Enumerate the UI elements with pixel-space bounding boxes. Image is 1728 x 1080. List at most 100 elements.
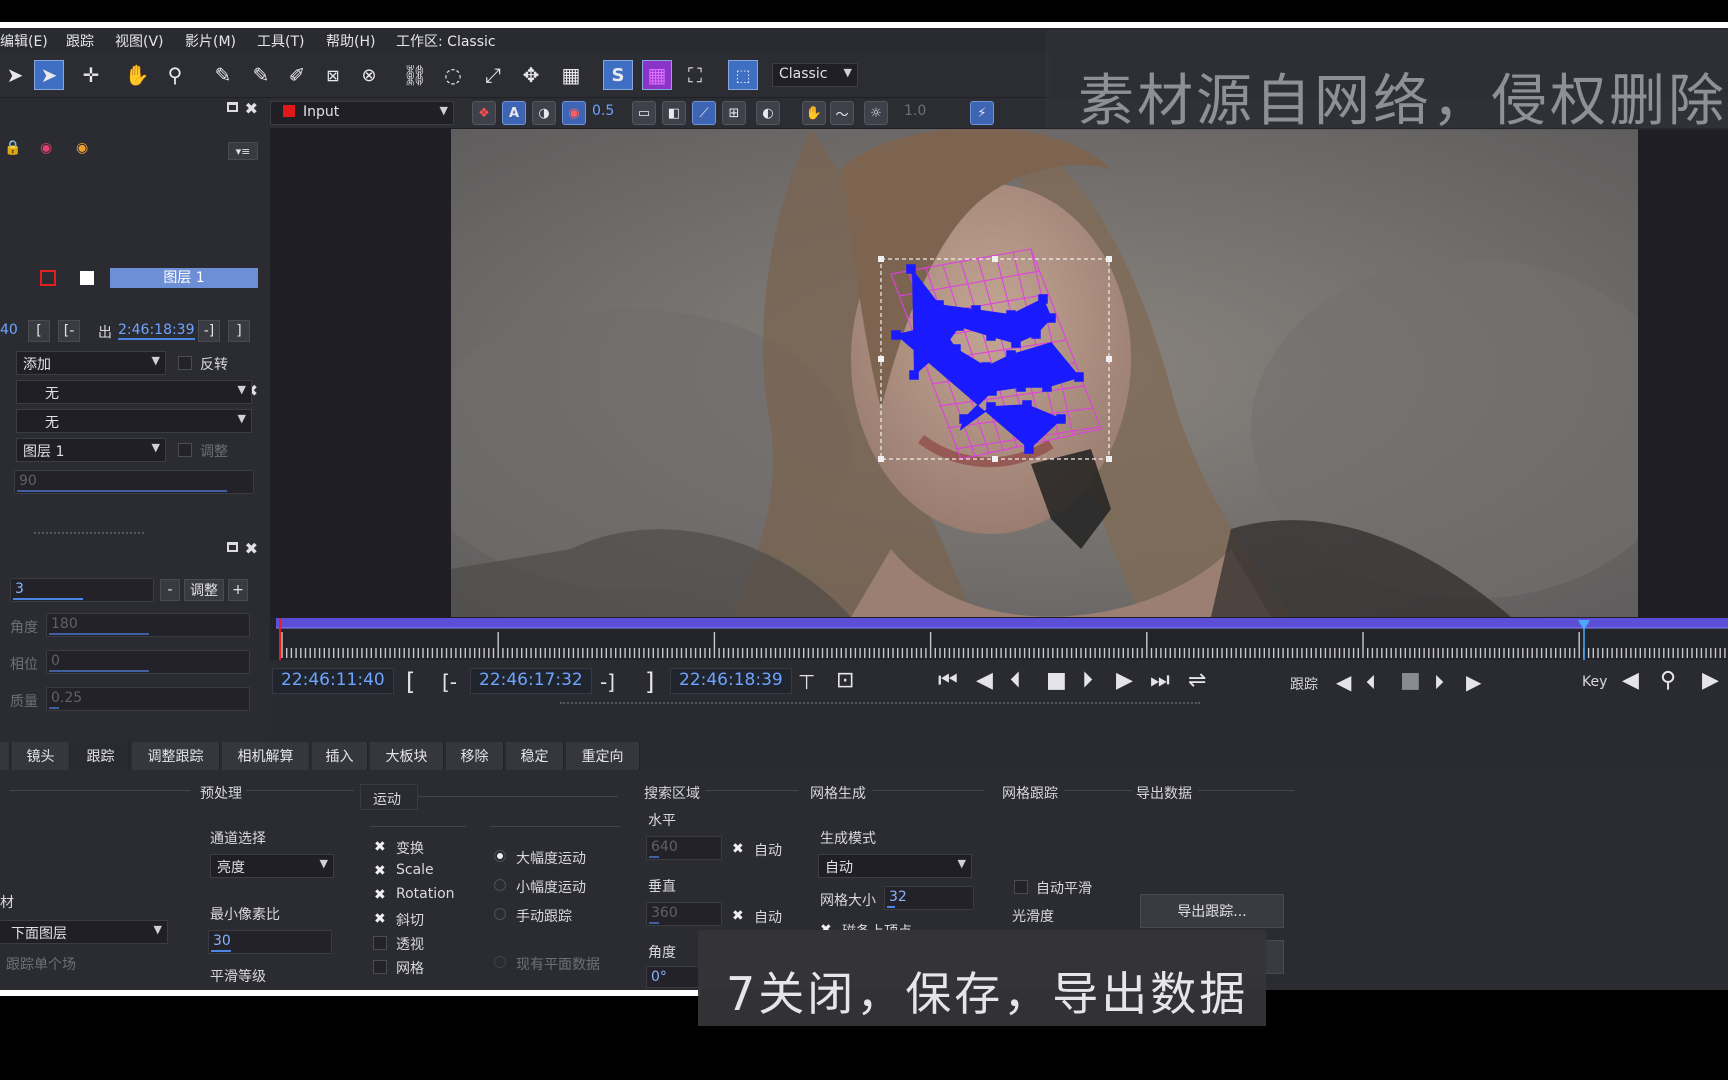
lock-icon[interactable]: 🔒 bbox=[4, 140, 21, 156]
text-overlay-icon[interactable]: A bbox=[502, 101, 526, 125]
tab-adjust-track[interactable]: 调整跟踪 bbox=[132, 742, 220, 770]
workspace-dropdown[interactable]: Classic ▼ bbox=[772, 63, 858, 87]
vertical-field[interactable]: 360 bbox=[646, 902, 722, 926]
menu-view[interactable]: 视图(V) bbox=[115, 31, 164, 51]
out-mark-button[interactable]: -] bbox=[198, 320, 220, 342]
select-arrow-icon[interactable]: ➤ bbox=[0, 60, 30, 90]
add-key-icon[interactable]: ⚲ bbox=[1660, 668, 1676, 693]
hand-icon[interactable]: ✋ bbox=[122, 60, 152, 90]
track-forward-icon[interactable]: ▶ bbox=[1466, 670, 1481, 694]
motion-path-icon[interactable]: 〜 bbox=[830, 101, 854, 125]
color-wheel-icon[interactable]: ◉ bbox=[40, 140, 52, 156]
grid-icon[interactable]: ⊞ bbox=[722, 101, 746, 125]
add-point-arrow-icon[interactable]: ✛ bbox=[76, 60, 106, 90]
manual-track-radio[interactable] bbox=[494, 908, 506, 920]
stabilize-icon[interactable]: ◐ bbox=[756, 101, 780, 125]
rect-x-icon[interactable]: ⊠ bbox=[318, 60, 348, 90]
next-key-icon[interactable]: ▶ bbox=[1702, 668, 1719, 693]
lasso-icon[interactable]: ◌ bbox=[438, 60, 468, 90]
monitor-icon[interactable]: ▭ bbox=[632, 101, 656, 125]
export-tracking-button[interactable]: 导出跟踪... bbox=[1140, 894, 1284, 928]
mesh-checkbox[interactable] bbox=[373, 960, 387, 974]
large-motion-radio[interactable] bbox=[494, 850, 506, 862]
menu-edit[interactable]: 编辑(E) bbox=[0, 31, 48, 51]
matte-dropdown-1[interactable]: 无 ▼ bbox=[16, 380, 252, 404]
tab-remove[interactable]: 移除 bbox=[446, 742, 504, 770]
existing-planar-radio[interactable] bbox=[494, 956, 506, 968]
viewer-image[interactable] bbox=[451, 129, 1638, 617]
input-dropdown[interactable]: Input ▼ bbox=[270, 101, 454, 125]
grid-warp-icon[interactable]: ▦ bbox=[556, 60, 586, 90]
overlay-opacity-value[interactable]: 0.5 bbox=[592, 103, 614, 119]
set-out-button[interactable]: -] bbox=[600, 670, 615, 694]
out-bracket-button[interactable]: ] bbox=[228, 320, 250, 342]
horizontal-auto-check[interactable]: ✖ bbox=[732, 841, 744, 857]
splitter[interactable] bbox=[560, 702, 1200, 704]
go-to-end-icon[interactable]: ⏭ bbox=[1150, 668, 1170, 693]
in-bracket-button[interactable]: [ bbox=[28, 320, 50, 342]
value-90-field[interactable]: 90 bbox=[14, 470, 254, 494]
pen-x-icon[interactable]: ✎ bbox=[208, 60, 238, 90]
layers-icon[interactable]: ◧ bbox=[662, 101, 686, 125]
tab-lens[interactable]: 镜头 bbox=[12, 742, 70, 770]
adjust-checkbox[interactable] bbox=[178, 443, 192, 457]
set-in-button[interactable]: [- bbox=[442, 670, 457, 694]
layer-visibility-toggle[interactable] bbox=[80, 271, 94, 285]
tab-camera-solve[interactable]: 相机解算 bbox=[222, 742, 310, 770]
exposure-value[interactable]: 1.0 bbox=[904, 103, 926, 119]
layer-color-swatch[interactable] bbox=[40, 270, 56, 286]
menu-help[interactable]: 帮助(H) bbox=[326, 31, 375, 51]
mesh-size-field[interactable]: 32 bbox=[884, 886, 974, 910]
palette-icon[interactable]: ◉ bbox=[76, 140, 88, 156]
pen-b-icon[interactable]: ✎ bbox=[246, 60, 276, 90]
channel-dropdown[interactable]: 亮度 ▼ bbox=[210, 854, 334, 878]
prev-key-icon[interactable]: ◀ bbox=[1622, 668, 1639, 693]
stop-icon[interactable]: ■ bbox=[1046, 668, 1067, 693]
track-layer-dropdown[interactable]: 图层 1 ▼ bbox=[16, 438, 166, 462]
horizontal-field[interactable]: 640 bbox=[646, 836, 722, 860]
blend-mode-dropdown[interactable]: 添加 ▼ bbox=[16, 351, 166, 375]
in-time-field[interactable]: 22:46:17:32 bbox=[470, 668, 592, 694]
menu-track[interactable]: 跟踪 bbox=[66, 31, 94, 51]
splitter[interactable] bbox=[34, 532, 144, 534]
adjust-button[interactable]: 调整 bbox=[184, 579, 224, 601]
rotation-check[interactable]: ✖ bbox=[374, 887, 386, 903]
layer-source-dropdown[interactable]: 下面图层 ▼ bbox=[0, 920, 168, 944]
step-forward-icon[interactable]: ⏵ bbox=[1082, 668, 1093, 693]
hand-track-icon[interactable]: ✋ bbox=[802, 101, 826, 125]
link-icon[interactable]: ⛓ bbox=[400, 60, 430, 90]
close-icon[interactable]: ✖ bbox=[245, 539, 258, 558]
dock-icon[interactable] bbox=[227, 102, 238, 112]
dock-icon[interactable] bbox=[227, 542, 238, 552]
trim-range-icon[interactable]: ⊡ bbox=[836, 668, 854, 693]
timeline-ruler[interactable] bbox=[270, 618, 1728, 660]
phase-field[interactable]: 0 bbox=[46, 650, 250, 674]
select-b-arrow-icon[interactable]: ➤ bbox=[34, 60, 64, 90]
menu-tools[interactable]: 工具(T) bbox=[257, 31, 304, 51]
trim-in-icon[interactable]: ⊤ bbox=[798, 670, 815, 694]
increment-button[interactable]: + bbox=[228, 579, 248, 601]
tab-stabilize[interactable]: 稳定 bbox=[506, 742, 564, 770]
auto-smooth-checkbox[interactable] bbox=[1014, 880, 1028, 894]
menu-movie[interactable]: 影片(M) bbox=[185, 31, 236, 51]
zoom-icon[interactable]: ⚲ bbox=[160, 60, 190, 90]
planar-corners-icon[interactable]: ⛶ bbox=[680, 60, 710, 90]
timeline[interactable] bbox=[270, 618, 1728, 660]
out-time-value[interactable]: 2:46:18:39 bbox=[118, 322, 195, 340]
mask-overlay-icon[interactable]: ◉ bbox=[562, 101, 586, 125]
in-mark-button[interactable]: [- bbox=[58, 320, 80, 342]
out-bracket-button[interactable]: ] bbox=[645, 668, 654, 696]
mesh-grid-icon[interactable]: ▦ bbox=[642, 60, 672, 90]
value-3-field[interactable]: 3 bbox=[10, 578, 154, 602]
invert-checkbox[interactable] bbox=[178, 356, 192, 370]
brightness-icon[interactable]: ☼ bbox=[864, 101, 888, 125]
track-stop-icon[interactable]: ■ bbox=[1400, 668, 1421, 693]
s-spline-button[interactable]: S bbox=[603, 60, 633, 90]
small-motion-radio[interactable] bbox=[494, 879, 506, 891]
decrement-button[interactable]: - bbox=[160, 579, 180, 601]
tab-corner-pin[interactable]: 重定向 bbox=[566, 742, 640, 770]
play-forward-icon[interactable]: ▶ bbox=[1116, 668, 1133, 693]
vertical-auto-check[interactable]: ✖ bbox=[732, 908, 744, 924]
track-step-backward-icon[interactable]: ⏴ bbox=[1366, 670, 1376, 694]
move-icon[interactable]: ✥ bbox=[516, 60, 546, 90]
